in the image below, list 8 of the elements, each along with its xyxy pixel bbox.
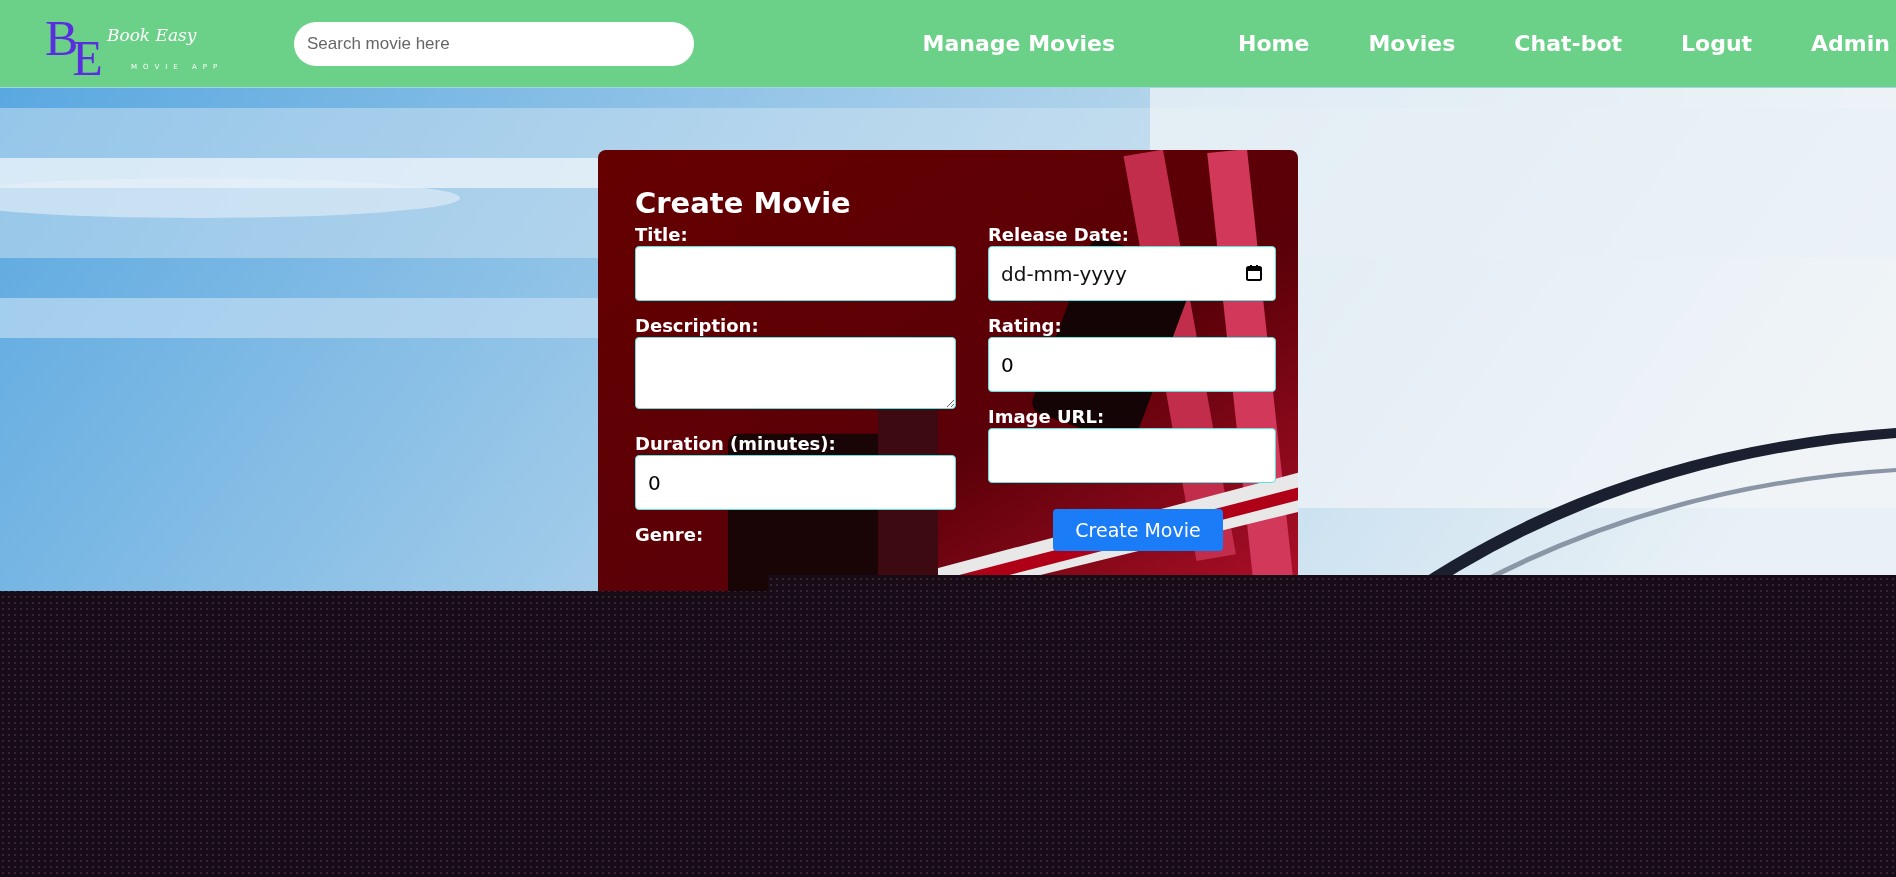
search-field[interactable]: Search movie here <box>294 21 694 66</box>
nav-link[interactable]: Manage Movies <box>922 31 1116 56</box>
logo-script: Book Easy <box>106 24 197 45</box>
nav-link[interactable]: Home <box>1238 31 1310 56</box>
nav-link[interactable]: Movies <box>1368 31 1456 56</box>
nav-link[interactable]: Logut <box>1681 31 1753 56</box>
nav-link[interactable]: Admin <box>1811 31 1890 56</box>
nav-link[interactable]: Chat-bot <box>1514 31 1623 56</box>
